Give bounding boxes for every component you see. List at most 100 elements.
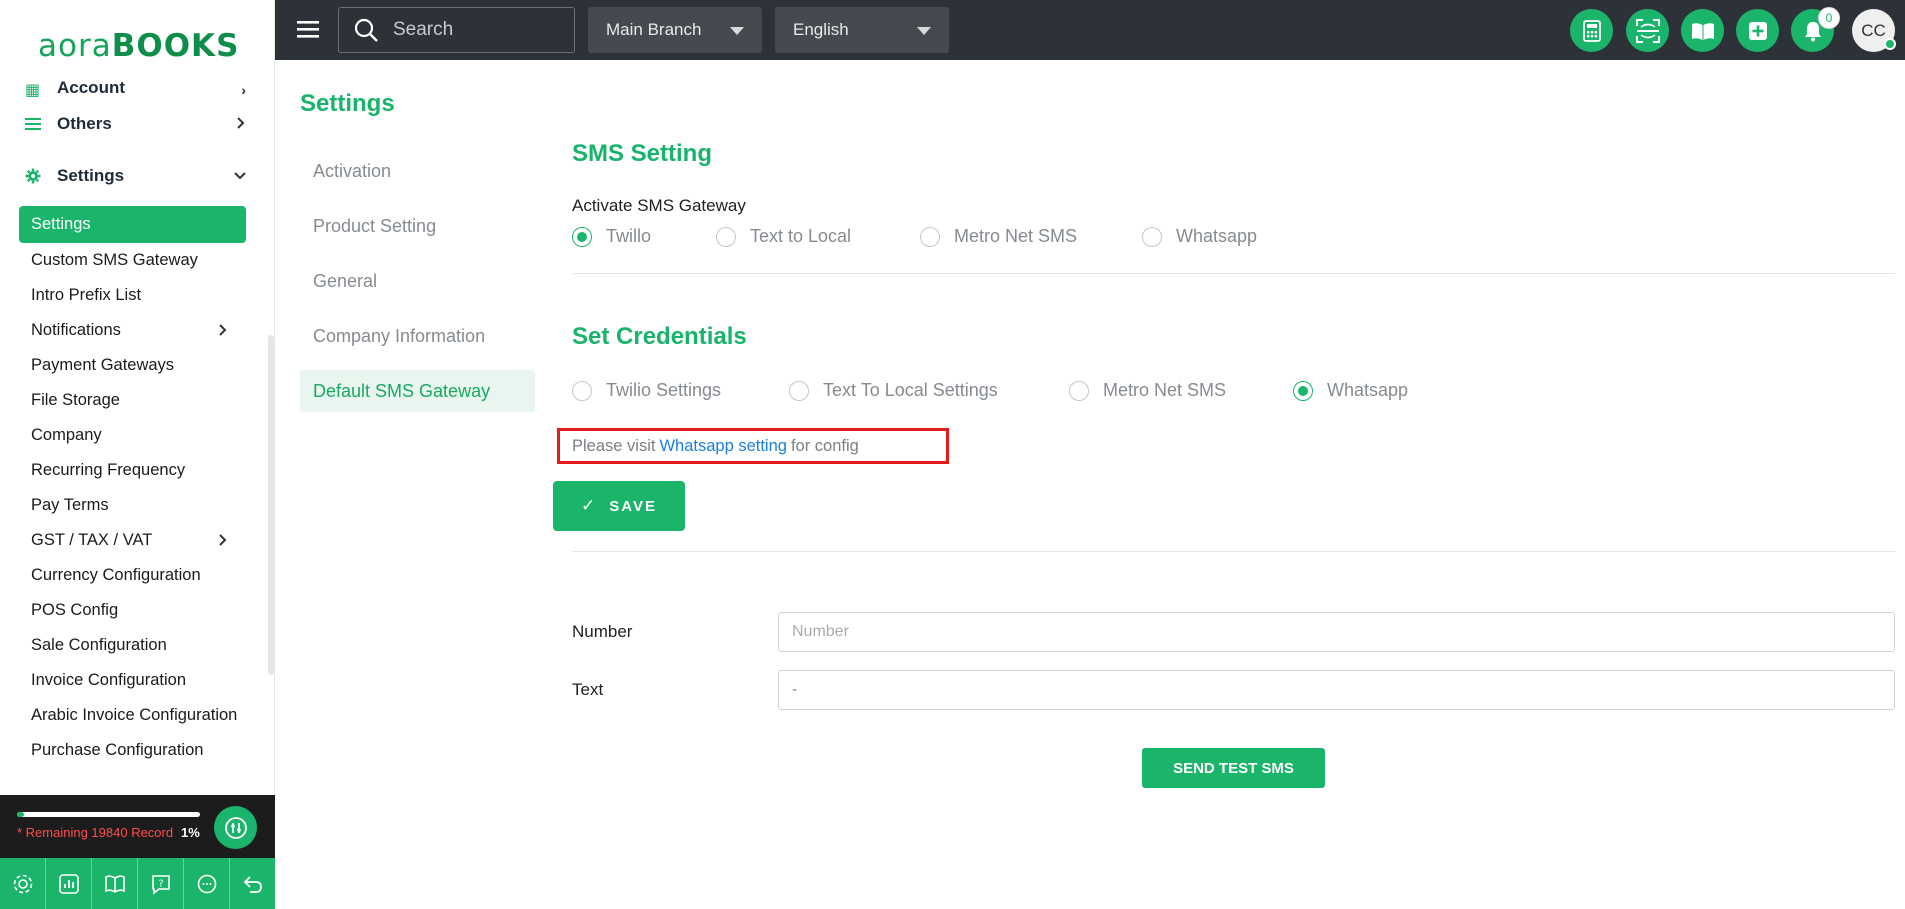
whatsapp-setting-link[interactable]: Whatsapp setting xyxy=(659,437,787,456)
settings-tab-default-sms-gateway[interactable]: Default SMS Gateway xyxy=(300,370,535,412)
book-icon xyxy=(104,874,125,893)
sidebar-item-notifications[interactable]: Notifications xyxy=(0,313,268,348)
sidebar-item-label: Company xyxy=(31,426,102,444)
check-icon: ✓ xyxy=(581,496,596,515)
sidebar-item-purchase-configuration[interactable]: Purchase Configuration xyxy=(0,733,268,768)
save-button-label: SAVE xyxy=(609,497,657,515)
topbar: Main Branch English 0 CC xyxy=(275,0,1905,60)
radio-label: Text to Local xyxy=(750,226,852,246)
tool-reports-button[interactable] xyxy=(46,858,92,909)
online-status-dot xyxy=(1884,38,1896,50)
credential-radio-whatsapp[interactable]: Whatsapp xyxy=(1293,380,1408,401)
menu-toggle-button[interactable] xyxy=(297,18,319,40)
notice-prefix: Please visit xyxy=(572,436,656,455)
chevron-down-icon xyxy=(234,168,246,184)
sidebar-item-custom-sms-gateway[interactable]: Custom SMS Gateway xyxy=(0,243,268,278)
scan-button[interactable] xyxy=(1626,9,1669,52)
credential-radio-twilio-settings[interactable]: Twilio Settings xyxy=(572,380,721,401)
caret-down-icon xyxy=(917,27,931,35)
sidebar-item-file-storage[interactable]: File Storage xyxy=(0,383,268,418)
sidebar-item-label: Pay Terms xyxy=(31,496,109,514)
chevron-right-icon xyxy=(236,116,246,132)
usage-progress-fill xyxy=(17,812,25,817)
number-input[interactable] xyxy=(778,612,1895,652)
sidebar-item-company[interactable]: Company xyxy=(0,418,268,453)
tool-back-button[interactable] xyxy=(230,858,275,909)
sidebar-item-arabic-invoice-configuration[interactable]: Arabic Invoice Configuration xyxy=(0,698,268,733)
tool-settings-button[interactable] xyxy=(0,858,46,909)
settings-tabs: Activation Product Setting General Compa… xyxy=(300,150,535,425)
gateway-radio-text-to-local[interactable]: Text to Local xyxy=(716,226,851,247)
sidebar-item-recurring-frequency[interactable]: Recurring Frequency xyxy=(0,453,268,488)
plus-square-icon xyxy=(1748,21,1767,40)
save-button[interactable]: ✓ SAVE xyxy=(553,481,685,531)
sidebar-item-gst-tax-vat[interactable]: GST / TAX / VAT xyxy=(0,523,268,558)
radio-dot xyxy=(1142,226,1162,247)
upgrade-button[interactable] xyxy=(214,806,257,849)
avatar-initials: CC xyxy=(1861,20,1886,40)
sidebar-item-settings[interactable]: Settings xyxy=(19,206,246,243)
branch-select[interactable]: Main Branch xyxy=(588,7,762,53)
building-icon: ▦ xyxy=(24,81,41,99)
tool-help-button[interactable]: ? xyxy=(138,858,184,909)
sidebar-item-label: GST / TAX / VAT xyxy=(31,531,153,549)
hamburger-icon xyxy=(297,21,319,38)
sidebar-item-label: POS Config xyxy=(31,601,119,619)
sidebar-item-invoice-configuration[interactable]: Invoice Configuration xyxy=(0,663,268,698)
book-button[interactable] xyxy=(1681,9,1724,52)
sidebar-item-pos-config[interactable]: POS Config xyxy=(0,593,268,628)
activate-gateway-label: Activate SMS Gateway xyxy=(572,196,746,215)
whatsapp-config-notice: Please visit Whatsapp setting for config xyxy=(557,428,949,464)
sidebar-item-label: Custom SMS Gateway xyxy=(31,251,198,269)
radio-dot xyxy=(716,226,736,247)
language-select[interactable]: English xyxy=(775,7,949,53)
list-icon xyxy=(24,116,41,133)
gateway-radio-whatsapp[interactable]: Whatsapp xyxy=(1142,226,1257,247)
sliders-icon xyxy=(224,816,247,839)
settings-tab-company-information[interactable]: Company Information xyxy=(300,315,535,357)
search-input[interactable] xyxy=(393,19,563,41)
sidebar-group-account[interactable]: ▦ Account › xyxy=(0,80,268,98)
radio-label: Whatsapp xyxy=(1176,226,1258,246)
tool-guide-button[interactable] xyxy=(92,858,138,909)
sidebar-group-label: Account xyxy=(57,80,125,97)
brand-logo[interactable]: aoraBOOKS xyxy=(0,0,274,92)
sidebar-group-others[interactable]: Others xyxy=(0,98,268,150)
radio-label: Twillo xyxy=(606,226,652,246)
text-label: Text xyxy=(572,680,604,699)
radio-label: Metro Net SMS xyxy=(1103,380,1227,400)
sidebar-item-label: Arabic Invoice Configuration xyxy=(31,706,238,724)
settings-tab-label: Product Setting xyxy=(313,215,437,236)
radio-dot xyxy=(572,226,592,247)
sidebar-item-intro-prefix-list[interactable]: Intro Prefix List xyxy=(0,278,268,313)
gateway-radio-metro-net-sms[interactable]: Metro Net SMS xyxy=(920,226,1077,247)
notification-count-badge: 0 xyxy=(1818,7,1840,29)
user-avatar[interactable]: CC xyxy=(1852,9,1896,52)
radio-label: Twilio Settings xyxy=(606,380,722,400)
set-credentials-title: Set Credentials xyxy=(572,323,747,350)
credential-radio-metro-net-sms[interactable]: Metro Net SMS xyxy=(1069,380,1226,401)
search-box[interactable] xyxy=(338,7,575,53)
send-test-sms-button[interactable]: SEND TEST SMS xyxy=(1142,748,1325,788)
sidebar-item-pay-terms[interactable]: Pay Terms xyxy=(0,488,268,523)
settings-tab-product-setting[interactable]: Product Setting xyxy=(300,205,535,247)
settings-tab-label: General xyxy=(313,270,378,291)
settings-tab-general[interactable]: General xyxy=(300,260,535,302)
sidebar-item-currency-configuration[interactable]: Currency Configuration xyxy=(0,558,268,593)
sidebar-group-settings[interactable]: Settings xyxy=(0,150,268,202)
gateway-radio-twillo[interactable]: Twillo xyxy=(572,226,651,247)
text-input[interactable] xyxy=(778,670,1895,710)
credential-radio-text-to-local-settings[interactable]: Text To Local Settings xyxy=(789,380,998,401)
svg-text:?: ? xyxy=(158,878,163,889)
search-icon xyxy=(354,18,378,42)
add-new-button[interactable] xyxy=(1736,9,1779,52)
sidebar-nav: ▦ Account › Others Settings Settings Cus… xyxy=(0,80,268,795)
sidebar-group-label: Settings xyxy=(57,166,125,185)
sidebar-scrollbar[interactable] xyxy=(268,335,274,675)
settings-tab-activation[interactable]: Activation xyxy=(300,150,535,192)
sidebar-item-label: Notifications xyxy=(31,321,121,339)
calculator-button[interactable] xyxy=(1570,9,1613,52)
tool-chat-button[interactable] xyxy=(184,858,230,909)
sidebar-item-payment-gateways[interactable]: Payment Gateways xyxy=(0,348,268,383)
sidebar-item-sale-configuration[interactable]: Sale Configuration xyxy=(0,628,268,663)
